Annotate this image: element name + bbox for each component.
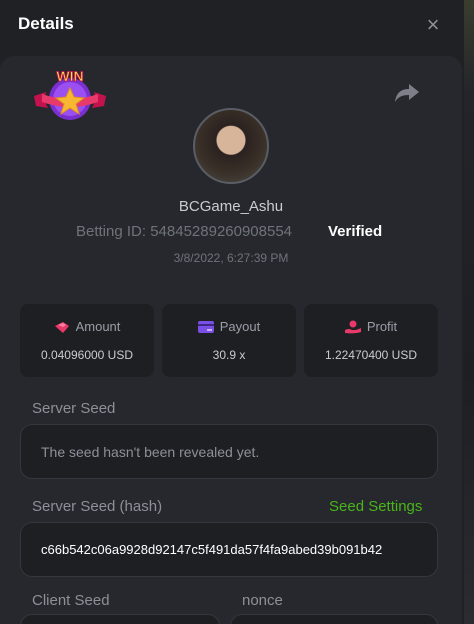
username: BCGame_Ashu (178, 198, 284, 215)
stat-amount-label: Amount (75, 319, 121, 334)
client-seed-label: Client Seed (32, 592, 110, 609)
seed-settings-link[interactable]: Seed Settings (329, 498, 422, 515)
client-seed-field[interactable] (20, 614, 220, 624)
win-badge-text: WIN (56, 68, 83, 84)
betting-id: Betting ID: 54845289260908554 (76, 223, 292, 240)
close-icon[interactable]: × (422, 14, 444, 36)
stat-profit-value: 1.22470400 USD (324, 348, 418, 362)
server-seed-hash-label: Server Seed (hash) (32, 498, 163, 515)
verified-link[interactable]: Verified (328, 223, 382, 240)
avatar (193, 108, 269, 184)
nonce-label: nonce (242, 592, 283, 609)
stat-payout: Payout 30.9 x (162, 304, 296, 377)
stat-amount: Amount 0.04096000 USD (20, 304, 154, 377)
bet-details-panel: WIN BCGame_Ashu Betting ID: 548452892609… (0, 56, 462, 624)
details-dialog: Details × WIN BCGame_Ashu Betting ID: 54… (0, 0, 464, 624)
hand-coin-icon (344, 320, 361, 334)
server-seed-label: Server Seed (32, 400, 116, 417)
stat-payout-label: Payout (219, 319, 261, 334)
stat-amount-value: 0.04096000 USD (40, 348, 134, 362)
betting-id-label: Betting ID: (76, 223, 151, 240)
share-icon[interactable] (394, 82, 420, 104)
stat-profit-label: Profit (366, 319, 398, 334)
win-badge-icon: WIN (34, 68, 106, 120)
stat-profit: Profit 1.22470400 USD (304, 304, 438, 377)
dialog-header: Details × (0, 0, 464, 50)
stat-payout-value: 30.9 x (212, 348, 246, 362)
coins-icon (54, 322, 69, 333)
server-seed-hash-value: c66b542c06a9928d92147c5f491da57f4fa9abed… (41, 542, 383, 557)
bet-datetime: 3/8/2022, 6:27:39 PM (173, 251, 289, 265)
card-icon (197, 321, 214, 333)
server-seed-field[interactable]: The seed hasn't been revealed yet. (20, 424, 438, 479)
betting-id-value: 54845289260908554 (150, 223, 293, 240)
nonce-field[interactable] (230, 614, 438, 624)
server-seed-value: The seed hasn't been revealed yet. (41, 444, 260, 460)
dialog-title: Details (18, 14, 74, 33)
server-seed-hash-field[interactable]: c66b542c06a9928d92147c5f491da57f4fa9abed… (20, 522, 438, 577)
